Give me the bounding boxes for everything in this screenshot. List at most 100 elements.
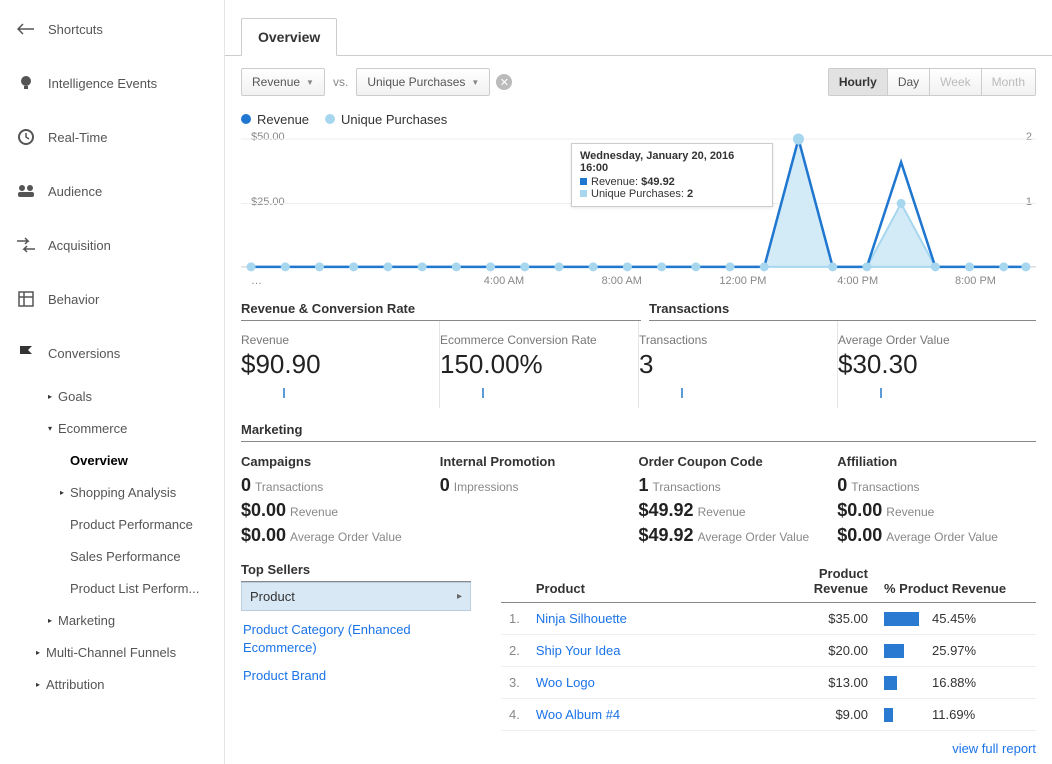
submenu-sales-performance[interactable]: Sales Performance [60, 540, 224, 572]
table-row: 3.Woo Logo$13.0016.88% [501, 667, 1036, 699]
flag-icon [14, 344, 38, 362]
row-rank: 4. [501, 699, 528, 731]
product-link[interactable]: Woo Album #4 [536, 707, 620, 722]
ts-link-category[interactable]: Product Category (Enhanced Ecommerce) [241, 611, 471, 657]
sidebar-item-conversions[interactable]: Conversions [0, 326, 224, 380]
submenu-product-performance[interactable]: Product Performance [60, 508, 224, 540]
x-axis: … 4:00 AM 8:00 AM 12:00 PM 4:00 PM 8:00 … [241, 275, 1036, 287]
legend-revenue: Revenue [241, 112, 309, 127]
metrics-headers: Revenue & Conversion Rate Transactions [241, 301, 1036, 321]
marketing-grid: Campaigns 0Transactions $0.00Revenue $0.… [241, 442, 1036, 550]
mk-title: Order Coupon Code [639, 454, 828, 469]
product-link[interactable]: Ship Your Idea [536, 643, 621, 658]
legend-unique: Unique Purchases [325, 112, 447, 127]
sidebar-item-shortcuts[interactable]: Shortcuts [0, 2, 224, 56]
ts-selected-label: Product [250, 589, 295, 604]
submenu-label: Attribution [46, 677, 105, 692]
conversions-submenu: ▸Goals ▾Ecommerce Overview ▸Shopping Ana… [0, 380, 224, 700]
metric1-dropdown[interactable]: Revenue ▼ [241, 68, 325, 96]
main-content: Overview Revenue ▼ vs. Unique Purchases … [225, 0, 1052, 764]
row-revenue: $35.00 [786, 603, 876, 635]
metric-aov: Average Order Value $30.30 [838, 321, 1036, 408]
row-rank: 1. [501, 603, 528, 635]
section-header-marketing: Marketing [241, 422, 1036, 442]
submenu-marketing[interactable]: ▸Marketing [48, 604, 224, 636]
sidebar-item-label: Real-Time [48, 130, 107, 145]
top-sellers-header: Top Sellers [241, 562, 471, 582]
sidebar-item-behavior[interactable]: Behavior [0, 272, 224, 326]
sparkline [241, 388, 425, 402]
granularity-toggle: Hourly Day Week Month [828, 68, 1036, 96]
sidebar-item-label: Conversions [48, 346, 120, 361]
top-sellers-selected[interactable]: Product ▸ [241, 582, 471, 611]
grain-month: Month [982, 69, 1035, 95]
top-sellers-table: Product Product Revenue % Product Revenu… [501, 562, 1036, 731]
caret-right-icon: ▸ [60, 488, 70, 497]
product-link[interactable]: Ninja Silhouette [536, 611, 627, 626]
section-header-revenue: Revenue & Conversion Rate [241, 301, 641, 321]
sidebar-item-audience[interactable]: Audience [0, 164, 224, 218]
submenu-label: Product Performance [70, 517, 193, 532]
arrow-left-icon [14, 23, 38, 35]
mk-title: Internal Promotion [440, 454, 629, 469]
grain-day[interactable]: Day [888, 69, 930, 95]
tab-overview[interactable]: Overview [241, 18, 337, 56]
submenu-ecommerce[interactable]: ▾Ecommerce [48, 412, 224, 444]
sidebar-item-intelligence[interactable]: Intelligence Events [0, 56, 224, 110]
sidebar-item-acquisition[interactable]: Acquisition [0, 218, 224, 272]
view-full-report-link[interactable]: view full report [952, 741, 1036, 756]
submenu-attribution[interactable]: ▸Attribution [36, 668, 224, 700]
view-full-report: view full report [225, 731, 1052, 756]
caret-down-icon: ▼ [471, 78, 479, 87]
section-header-transactions: Transactions [649, 301, 1036, 321]
submenu-goals[interactable]: ▸Goals [48, 380, 224, 412]
dot-icon [325, 114, 335, 124]
vs-label: vs. [333, 75, 348, 89]
clock-icon [14, 128, 38, 146]
caret-down-icon: ▾ [48, 424, 58, 433]
top-sellers: Top Sellers Product ▸ Product Category (… [241, 562, 1036, 731]
caret-right-icon: ▸ [48, 392, 58, 401]
tabbar: Overview [225, 18, 1052, 56]
submenu-overview[interactable]: Overview [60, 444, 224, 476]
people-icon [14, 183, 38, 199]
metric2-label: Unique Purchases [367, 75, 465, 89]
metric-label: Transactions [639, 333, 823, 347]
metric-value: $90.90 [241, 349, 425, 380]
tooltip-row: Unique Purchases: 2 [580, 188, 764, 200]
tooltip-row: Revenue: $49.92 [580, 176, 764, 188]
clear-metric2-button[interactable]: ✕ [496, 74, 512, 90]
caret-right-icon: ▸ [48, 616, 58, 625]
table-row: 4.Woo Album #4$9.0011.69% [501, 699, 1036, 731]
submenu-shopping-analysis[interactable]: ▸Shopping Analysis [60, 476, 224, 508]
arrows-icon [14, 237, 38, 253]
tooltip-title: Wednesday, January 20, 2016 16:00 [580, 150, 764, 174]
submenu-label: Product List Perform... [70, 581, 199, 596]
caret-down-icon: ▼ [306, 78, 314, 87]
col-pct[interactable]: % Product Revenue [876, 562, 1036, 603]
row-revenue: $9.00 [786, 699, 876, 731]
chart[interactable]: $50.00 $25.00 2 1 Wednesday, January 20,… [241, 131, 1036, 301]
metric2-dropdown[interactable]: Unique Purchases ▼ [356, 68, 490, 96]
submenu-multichannel[interactable]: ▸Multi-Channel Funnels [36, 636, 224, 668]
sidebar-item-realtime[interactable]: Real-Time [0, 110, 224, 164]
marketing-affiliation: Affiliation 0Transactions $0.00Revenue $… [837, 442, 1036, 550]
grain-week: Week [930, 69, 981, 95]
square-icon [580, 190, 587, 197]
submenu-label: Ecommerce [58, 421, 127, 436]
submenu-product-list-performance[interactable]: Product List Perform... [60, 572, 224, 604]
metric-value: $30.30 [838, 349, 1022, 380]
col-revenue[interactable]: Product Revenue [786, 562, 876, 603]
ts-link-brand[interactable]: Product Brand [241, 657, 471, 685]
metric-label: Ecommerce Conversion Rate [440, 333, 624, 347]
grain-hourly[interactable]: Hourly [829, 69, 888, 95]
submenu-label: Goals [58, 389, 92, 404]
product-link[interactable]: Woo Logo [536, 675, 595, 690]
metric-ecomm-rate: Ecommerce Conversion Rate 150.00% [440, 321, 639, 408]
square-icon [580, 178, 587, 185]
metric-transactions: Transactions 3 [639, 321, 838, 408]
metric-value: 3 [639, 349, 823, 380]
col-product[interactable]: Product [528, 562, 786, 603]
sidebar-item-label: Audience [48, 184, 102, 199]
submenu-label: Overview [70, 453, 128, 468]
